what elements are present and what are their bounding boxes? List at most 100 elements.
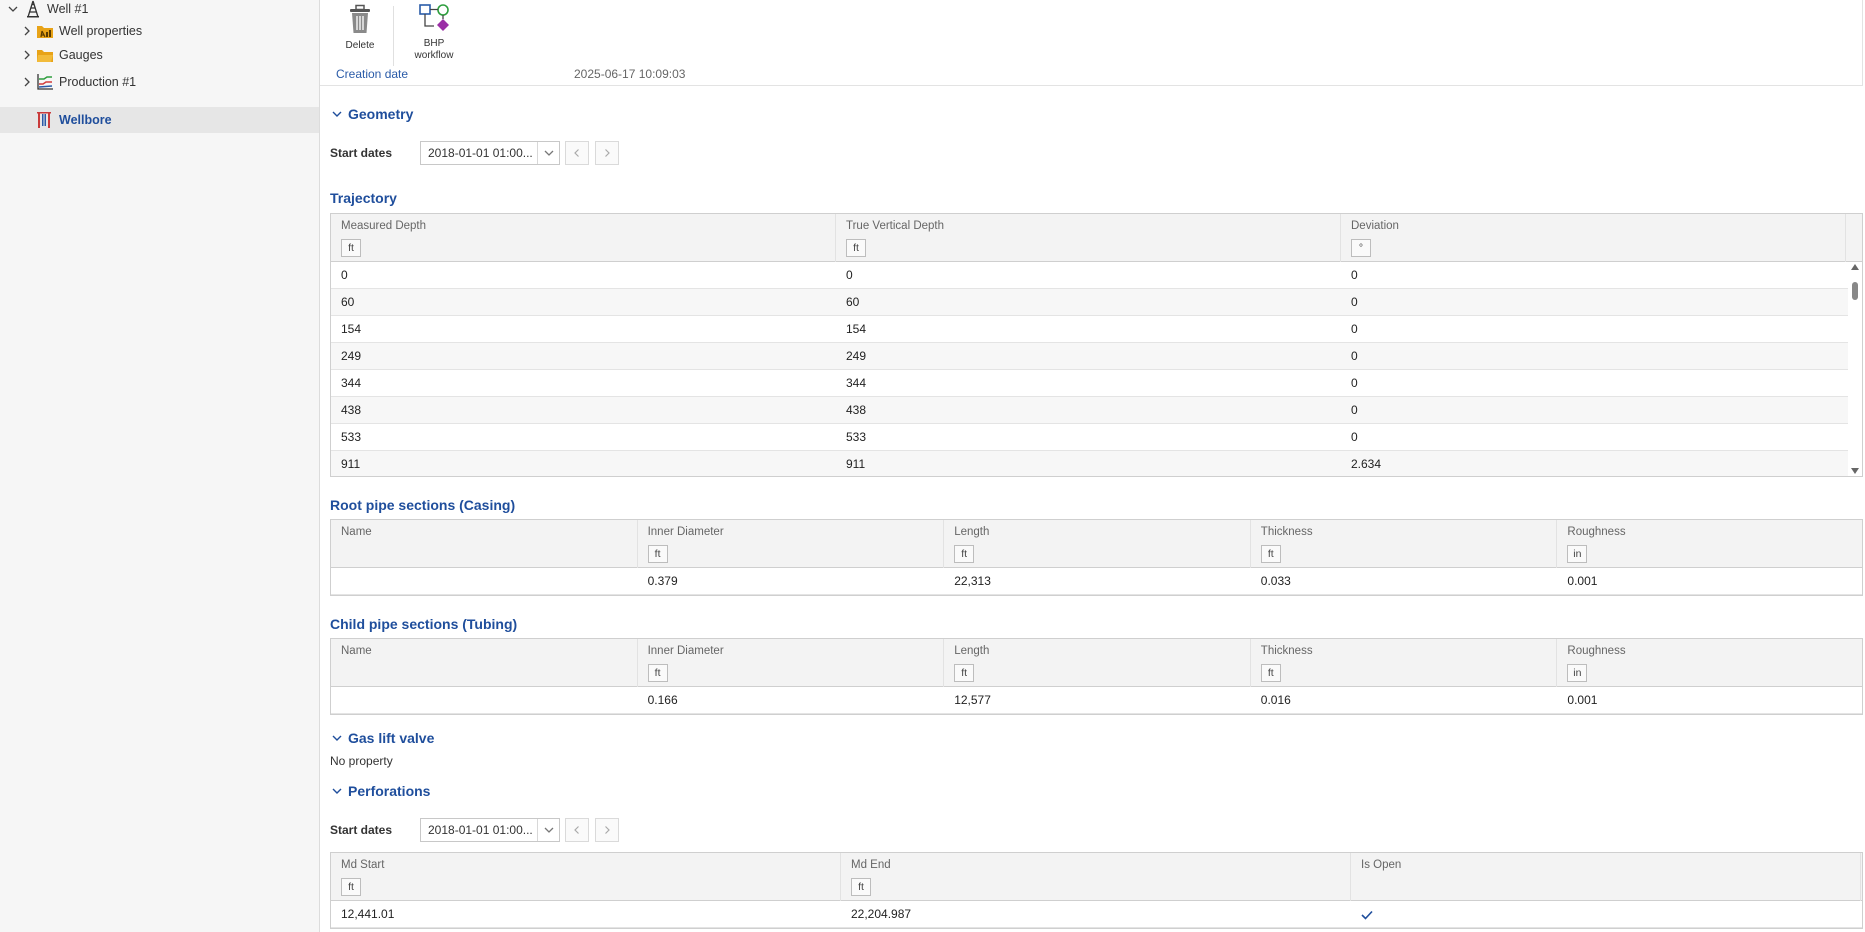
table-cell[interactable]: 22,313 [944, 568, 1251, 595]
column-header-length[interactable]: Length ft [944, 639, 1251, 687]
tree-item-production[interactable]: Production #1 [0, 69, 319, 95]
table-row[interactable]: 154 154 0 [331, 316, 1862, 343]
next-date-button[interactable] [595, 818, 619, 842]
table-cell[interactable]: 249 [836, 343, 1341, 370]
table-row[interactable]: 911 911 2.634 [331, 451, 1862, 476]
table-cell[interactable]: 0 [1341, 343, 1846, 370]
table-cell[interactable]: 533 [331, 424, 836, 451]
table-row[interactable]: 12,441.01 22,204.987 [331, 901, 1862, 928]
column-header-is-open[interactable]: Is Open [1351, 853, 1861, 901]
previous-date-button[interactable] [565, 141, 589, 165]
column-header-measured-depth[interactable]: Measured Depth ft [331, 214, 836, 262]
table-cell[interactable]: 0.166 [638, 687, 945, 714]
column-header-inner-diameter[interactable]: Inner Diameter ft [638, 639, 945, 687]
table-row[interactable]: 438 438 0 [331, 397, 1862, 424]
previous-date-button[interactable] [565, 818, 589, 842]
table-cell[interactable]: 60 [836, 289, 1341, 316]
unit-selector[interactable]: ft [341, 239, 361, 257]
table-cell[interactable]: 0 [836, 262, 1341, 289]
unit-selector[interactable]: ft [647, 545, 668, 563]
bhp-workflow-button[interactable]: BHP workflow [404, 2, 464, 62]
unit-selector[interactable]: ft [1260, 545, 1281, 563]
column-header-length[interactable]: Length ft [944, 520, 1251, 568]
unit-selector[interactable]: ft [647, 664, 668, 682]
table-row[interactable]: 249 249 0 [331, 343, 1862, 370]
column-header-name[interactable]: Name [331, 639, 638, 687]
table-cell[interactable]: 0 [1341, 262, 1846, 289]
table-cell[interactable]: 12,577 [944, 687, 1251, 714]
table-cell[interactable]: 22,204.987 [841, 901, 1351, 928]
table-cell[interactable]: 0.379 [638, 568, 945, 595]
geometry-section-header[interactable]: Geometry [330, 106, 413, 122]
table-cell[interactable]: 2.634 [1341, 451, 1846, 476]
delete-button[interactable]: Delete [338, 2, 382, 52]
table-cell[interactable]: 0.001 [1557, 687, 1862, 714]
unit-selector[interactable]: ft [954, 664, 975, 682]
table-row[interactable]: 344 344 0 [331, 370, 1862, 397]
table-cell[interactable]: 0 [1341, 424, 1846, 451]
unit-selector[interactable]: ft [1260, 664, 1281, 682]
table-cell[interactable]: 0 [1341, 316, 1846, 343]
column-header-md-start[interactable]: Md Start ft [331, 853, 841, 901]
unit-selector[interactable]: ft [341, 878, 361, 896]
table-cell[interactable]: 0 [1341, 397, 1846, 424]
unit-selector[interactable]: in [1567, 664, 1588, 682]
column-header-deviation[interactable]: Deviation ° [1341, 214, 1846, 262]
chevron-right-icon[interactable] [20, 75, 34, 89]
table-cell[interactable]: 60 [331, 289, 836, 316]
table-cell[interactable]: 0 [331, 262, 836, 289]
table-cell[interactable]: 249 [331, 343, 836, 370]
table-row[interactable]: 0.166 12,577 0.016 0.001 [331, 687, 1862, 714]
unit-selector[interactable]: in [1567, 545, 1588, 563]
table-row[interactable]: 60 60 0 [331, 289, 1862, 316]
column-header-roughness[interactable]: Roughness in [1557, 520, 1862, 568]
column-header-roughness[interactable]: Roughness in [1557, 639, 1862, 687]
gas-lift-section-header[interactable]: Gas lift valve [330, 730, 434, 746]
table-cell[interactable]: 154 [331, 316, 836, 343]
well-derrick-icon [25, 0, 43, 18]
table-cell[interactable] [331, 568, 638, 595]
perforations-start-date-select[interactable]: 2018-01-01 01:00... [420, 818, 560, 842]
column-header-true-vertical-depth[interactable]: True Vertical Depth ft [836, 214, 1341, 262]
delete-label: Delete [345, 40, 375, 51]
table-cell[interactable]: 344 [331, 370, 836, 397]
table-row[interactable]: 0.379 22,313 0.033 0.001 [331, 568, 1862, 595]
tree-item-well-properties[interactable]: Well properties [0, 18, 319, 44]
table-cell[interactable] [331, 687, 638, 714]
chevron-down-icon[interactable] [6, 2, 20, 16]
unit-selector[interactable]: ft [851, 878, 871, 896]
table-cell[interactable]: 0.001 [1557, 568, 1862, 595]
next-date-button[interactable] [595, 141, 619, 165]
table-cell[interactable]: 911 [331, 451, 836, 476]
chevron-right-icon[interactable] [20, 24, 34, 38]
unit-selector[interactable]: ° [1351, 239, 1371, 257]
column-header-thickness[interactable]: Thickness ft [1251, 520, 1558, 568]
table-cell[interactable] [1351, 901, 1861, 928]
chevron-right-icon[interactable] [20, 48, 34, 62]
table-cell[interactable]: 0.016 [1251, 687, 1558, 714]
scroll-thumb[interactable] [1852, 282, 1858, 300]
table-row[interactable]: 000 [331, 262, 1862, 289]
column-header-md-end[interactable]: Md End ft [841, 853, 1351, 901]
unit-selector[interactable]: ft [846, 239, 866, 257]
table-cell[interactable]: 438 [836, 397, 1341, 424]
table-cell[interactable]: 911 [836, 451, 1341, 476]
geometry-start-date-select[interactable]: 2018-01-01 01:00... [420, 141, 560, 165]
column-header-inner-diameter[interactable]: Inner Diameter ft [638, 520, 945, 568]
column-header-name[interactable]: Name [331, 520, 638, 568]
perforations-section-header[interactable]: Perforations [330, 783, 430, 799]
table-cell[interactable]: 0 [1341, 289, 1846, 316]
unit-selector[interactable]: ft [954, 545, 975, 563]
table-cell[interactable]: 12,441.01 [331, 901, 841, 928]
table-cell[interactable]: 438 [331, 397, 836, 424]
tree-item-gauges[interactable]: Gauges [0, 42, 319, 68]
table-cell[interactable]: 344 [836, 370, 1341, 397]
creation-date-label: Creation date [336, 67, 409, 81]
table-cell[interactable]: 0.033 [1251, 568, 1558, 595]
table-cell[interactable]: 0 [1341, 370, 1846, 397]
table-cell[interactable]: 533 [836, 424, 1341, 451]
table-row[interactable]: 533 533 0 [331, 424, 1862, 451]
column-header-thickness[interactable]: Thickness ft [1251, 639, 1558, 687]
table-cell[interactable]: 154 [836, 316, 1341, 343]
tree-item-wellbore[interactable]: Wellbore [0, 107, 319, 133]
